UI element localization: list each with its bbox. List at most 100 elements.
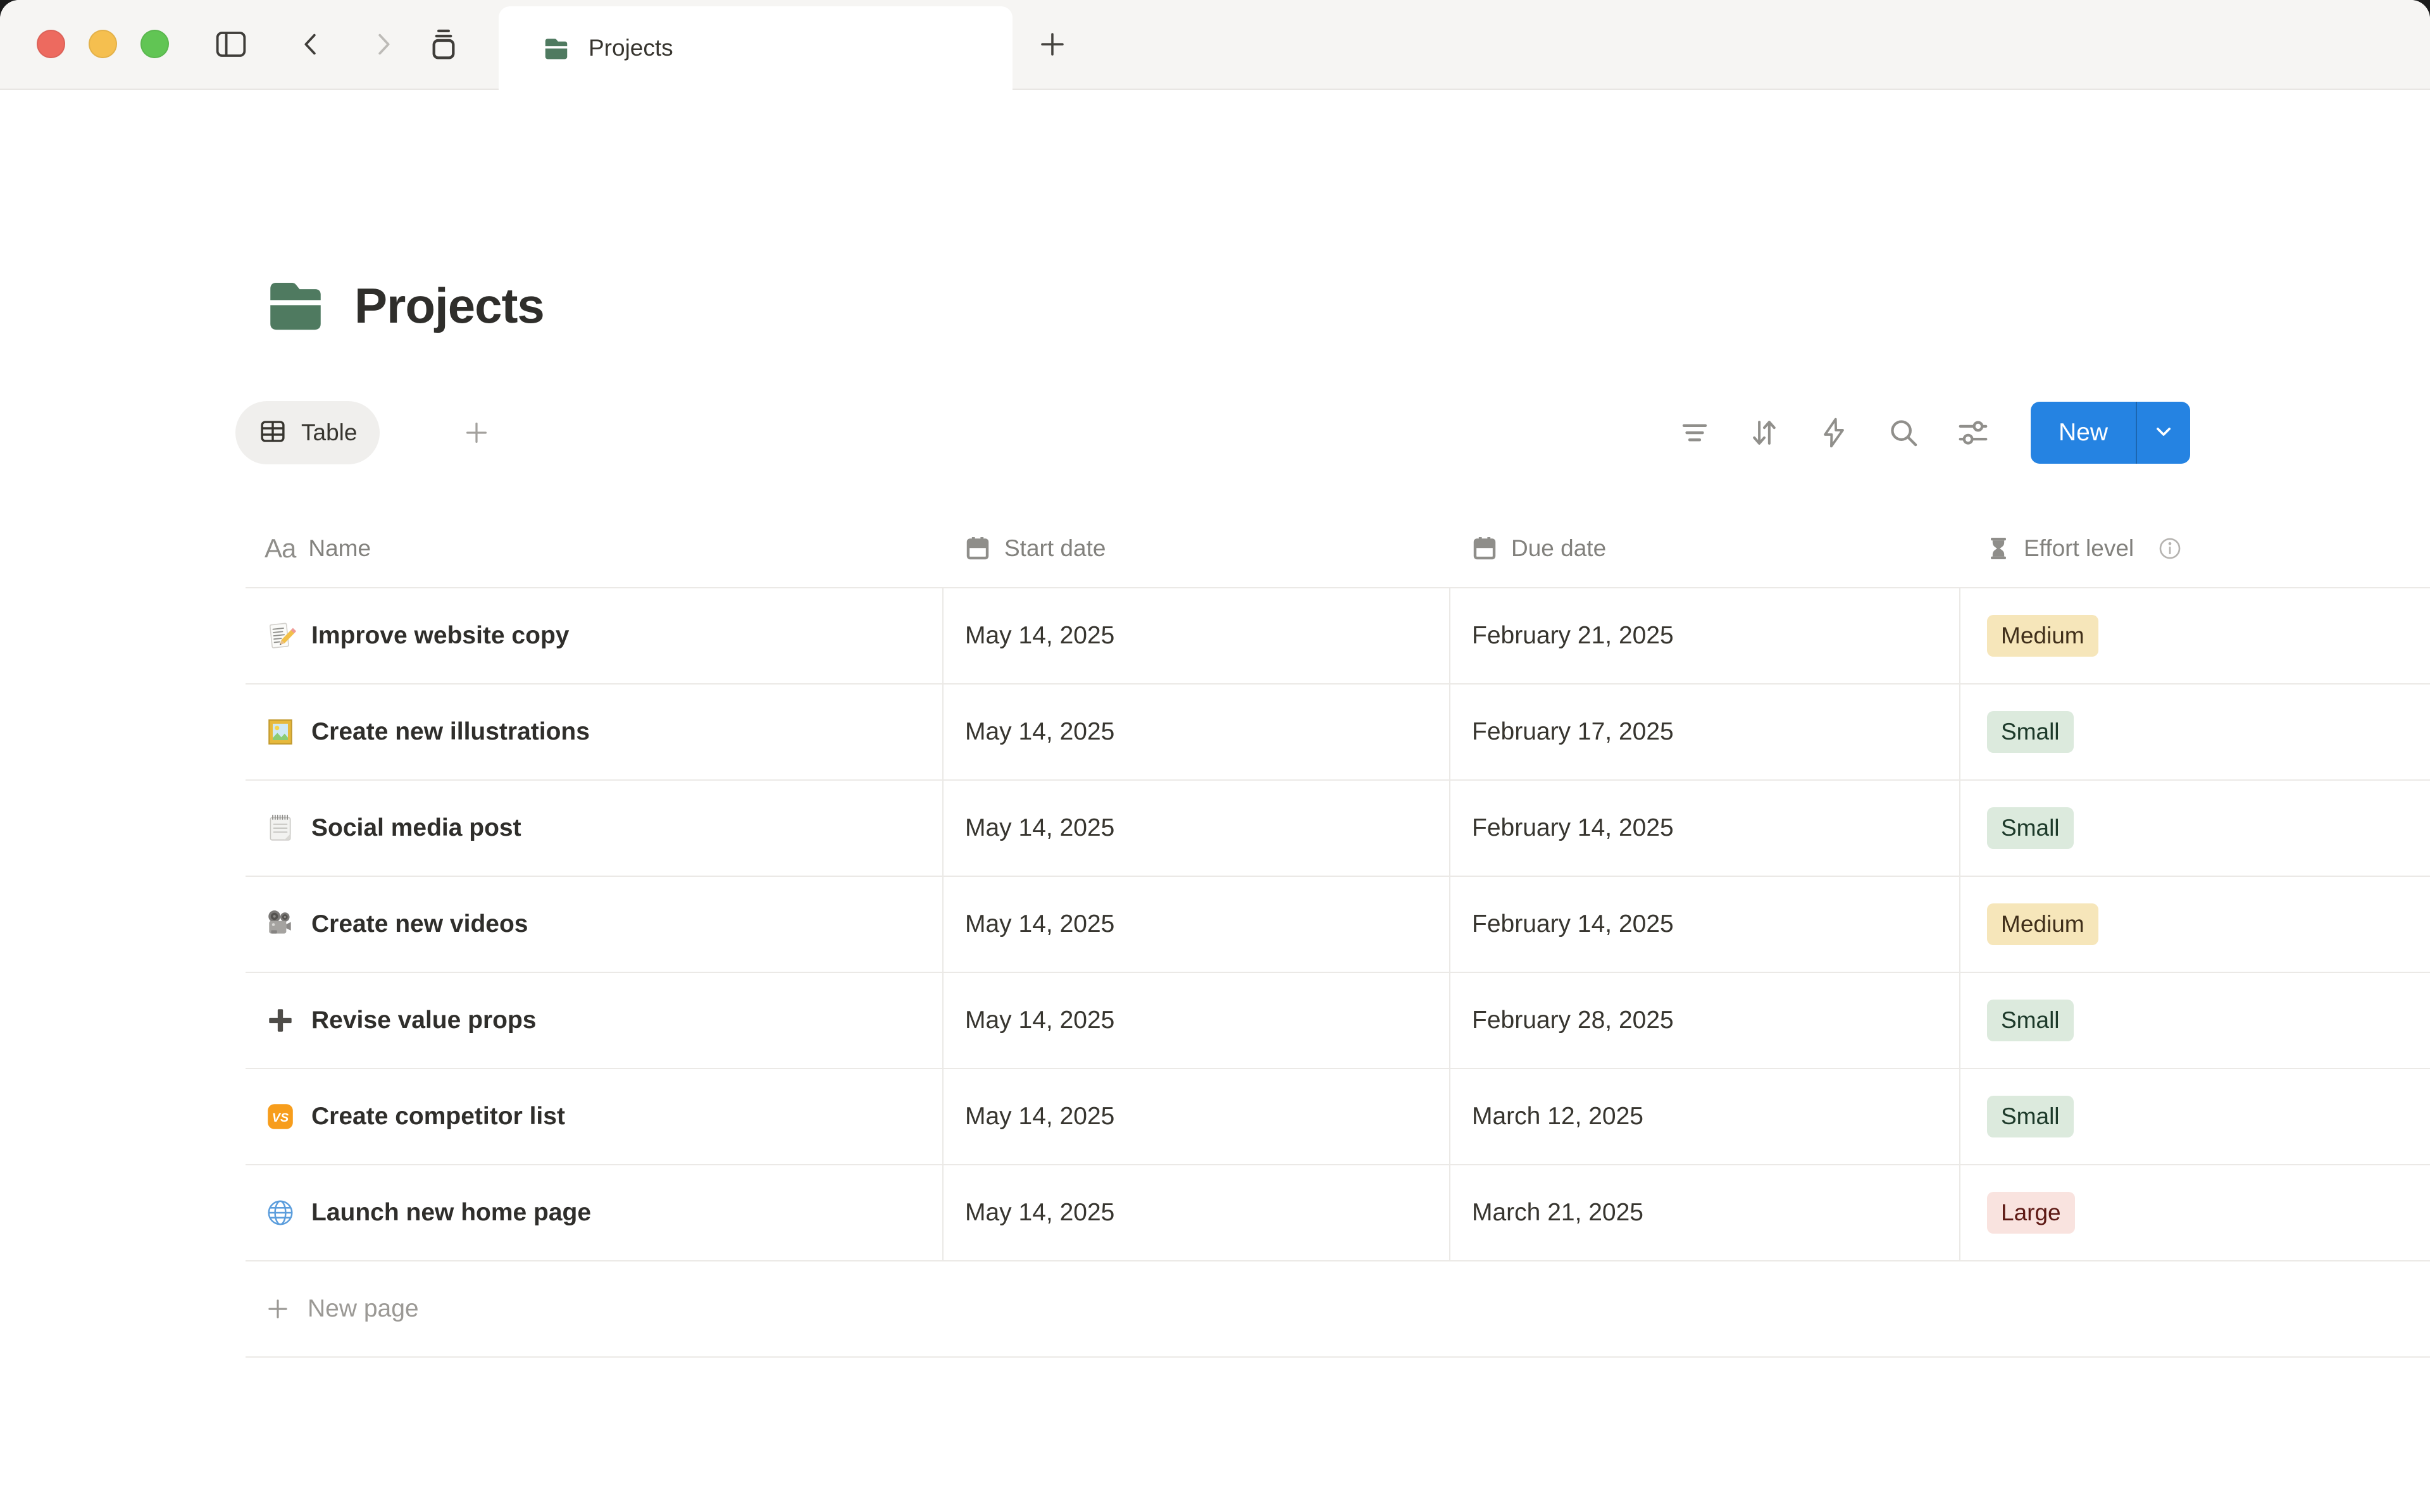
cell-name[interactable]: Revise value props: [246, 973, 942, 1068]
effort-badge: Large: [1987, 1192, 2075, 1234]
cell-due-date[interactable]: March 12, 2025: [1449, 1069, 1959, 1164]
sort-icon[interactable]: [1747, 416, 1781, 450]
calendar-icon: [1471, 535, 1498, 562]
start-date-value: May 14, 2025: [965, 814, 1114, 842]
cell-due-date[interactable]: February 14, 2025: [1449, 781, 1959, 876]
column-header-name[interactable]: Aa Name: [246, 510, 942, 587]
cell-effort-level[interactable]: Medium: [1959, 588, 2430, 683]
cell-name[interactable]: Launch new home page: [246, 1165, 942, 1260]
view-tab-label: Table: [301, 419, 357, 446]
due-date-value: March 21, 2025: [1472, 1199, 1643, 1227]
table-row[interactable]: Improve website copy May 14, 2025 Februa…: [246, 588, 2430, 685]
new-tab-icon[interactable]: [1030, 0, 1075, 89]
column-header-effort-level[interactable]: Effort level: [1959, 510, 2430, 587]
effort-badge: Small: [1987, 1096, 2074, 1137]
back-icon[interactable]: [292, 0, 330, 89]
cell-effort-level[interactable]: Small: [1959, 973, 2430, 1068]
page-name: Improve website copy: [311, 622, 569, 650]
minimize-window-button[interactable]: [89, 30, 117, 58]
history-icon[interactable]: [421, 0, 466, 89]
filter-icon[interactable]: [1678, 416, 1712, 450]
due-date-value: March 12, 2025: [1472, 1103, 1643, 1131]
tab-projects[interactable]: Projects: [499, 6, 1012, 90]
page-name: Launch new home page: [311, 1199, 591, 1227]
cell-effort-level[interactable]: Small: [1959, 1069, 2430, 1164]
cell-due-date[interactable]: February 21, 2025: [1449, 588, 1959, 683]
cell-effort-level[interactable]: Large: [1959, 1165, 2430, 1260]
cell-name[interactable]: Create new illustrations: [246, 685, 942, 779]
spiral-notepad-icon: [265, 812, 296, 844]
page-name: Social media post: [311, 814, 521, 842]
table-row[interactable]: Launch new home page May 14, 2025 March …: [246, 1165, 2430, 1261]
database-table: Aa Name Start date: [246, 510, 2430, 1358]
cell-effort-level[interactable]: Medium: [1959, 877, 2430, 972]
table-row[interactable]: Revise value props May 14, 2025 February…: [246, 973, 2430, 1069]
page-name: Revise value props: [311, 1007, 537, 1034]
effort-badge: Small: [1987, 711, 2074, 753]
cell-due-date[interactable]: March 21, 2025: [1449, 1165, 1959, 1260]
start-date-value: May 14, 2025: [965, 718, 1114, 746]
due-date-value: February 17, 2025: [1472, 718, 1674, 746]
hourglass-icon: [1986, 536, 2011, 561]
green-folder-icon: [540, 32, 572, 64]
column-header-start-date[interactable]: Start date: [942, 510, 1449, 587]
start-date-value: May 14, 2025: [965, 910, 1114, 938]
cell-start-date[interactable]: May 14, 2025: [942, 1069, 1449, 1164]
start-date-value: May 14, 2025: [965, 1007, 1114, 1034]
cell-name[interactable]: VS Create competitor list: [246, 1069, 942, 1164]
page-title[interactable]: Projects: [354, 277, 544, 335]
cell-effort-level[interactable]: Small: [1959, 781, 2430, 876]
forward-icon[interactable]: [364, 0, 402, 89]
chevron-down-icon: [2151, 419, 2176, 447]
tab-bar: Projects: [0, 0, 2430, 90]
new-button-label: New: [2059, 419, 2108, 447]
new-page-row[interactable]: New page: [246, 1261, 2430, 1358]
text-icon: Aa: [265, 533, 296, 564]
table-row[interactable]: Social media post May 14, 2025 February …: [246, 781, 2430, 877]
framed-picture-icon: [265, 716, 296, 748]
cell-name[interactable]: Create new videos: [246, 877, 942, 972]
search-icon[interactable]: [1886, 416, 1921, 450]
view-tab-table[interactable]: Table: [235, 401, 380, 464]
table-row[interactable]: Create new videos May 14, 2025 February …: [246, 877, 2430, 973]
due-date-value: February 21, 2025: [1472, 622, 1674, 650]
column-label: Due date: [1511, 535, 1606, 562]
cell-name[interactable]: Social media post: [246, 781, 942, 876]
cell-start-date[interactable]: May 14, 2025: [942, 877, 1449, 972]
movie-camera-icon: [265, 908, 296, 940]
views-toolbar: Table: [235, 401, 2430, 464]
cell-start-date[interactable]: May 14, 2025: [942, 588, 1449, 683]
cell-start-date[interactable]: May 14, 2025: [942, 781, 1449, 876]
cell-start-date[interactable]: May 14, 2025: [942, 973, 1449, 1068]
due-date-value: February 28, 2025: [1472, 1007, 1674, 1034]
zoom-window-button[interactable]: [140, 30, 169, 58]
page-green-folder-icon[interactable]: [262, 271, 329, 341]
lightning-icon[interactable]: [1817, 416, 1851, 450]
add-view-icon[interactable]: [462, 401, 491, 464]
sliders-icon[interactable]: [1956, 416, 1990, 450]
effort-badge: Small: [1987, 1000, 2074, 1041]
globe-icon: [265, 1197, 296, 1229]
cell-due-date[interactable]: February 17, 2025: [1449, 685, 1959, 779]
new-button-dropdown[interactable]: [2137, 402, 2190, 464]
cell-name[interactable]: Improve website copy: [246, 588, 942, 683]
cell-start-date[interactable]: May 14, 2025: [942, 685, 1449, 779]
cell-start-date[interactable]: May 14, 2025: [942, 1165, 1449, 1260]
calendar-icon: [964, 535, 992, 562]
column-label: Effort level: [2024, 535, 2134, 562]
effort-badge: Small: [1987, 807, 2074, 849]
cell-effort-level[interactable]: Small: [1959, 685, 2430, 779]
cell-due-date[interactable]: February 14, 2025: [1449, 877, 1959, 972]
page-name: Create new illustrations: [311, 718, 590, 746]
cell-due-date[interactable]: February 28, 2025: [1449, 973, 1959, 1068]
info-icon[interactable]: [2157, 535, 2183, 562]
table-row[interactable]: Create new illustrations May 14, 2025 Fe…: [246, 685, 2430, 781]
new-button[interactable]: New: [2031, 402, 2136, 464]
sidebar-toggle-icon[interactable]: [209, 0, 253, 89]
close-window-button[interactable]: [37, 30, 65, 58]
table-row[interactable]: VS Create competitor list May 14, 2025 M…: [246, 1069, 2430, 1165]
column-header-due-date[interactable]: Due date: [1449, 510, 1959, 587]
database-actions: New: [1642, 401, 2190, 464]
page-header: Projects: [262, 271, 544, 341]
column-label: Start date: [1004, 535, 1106, 562]
